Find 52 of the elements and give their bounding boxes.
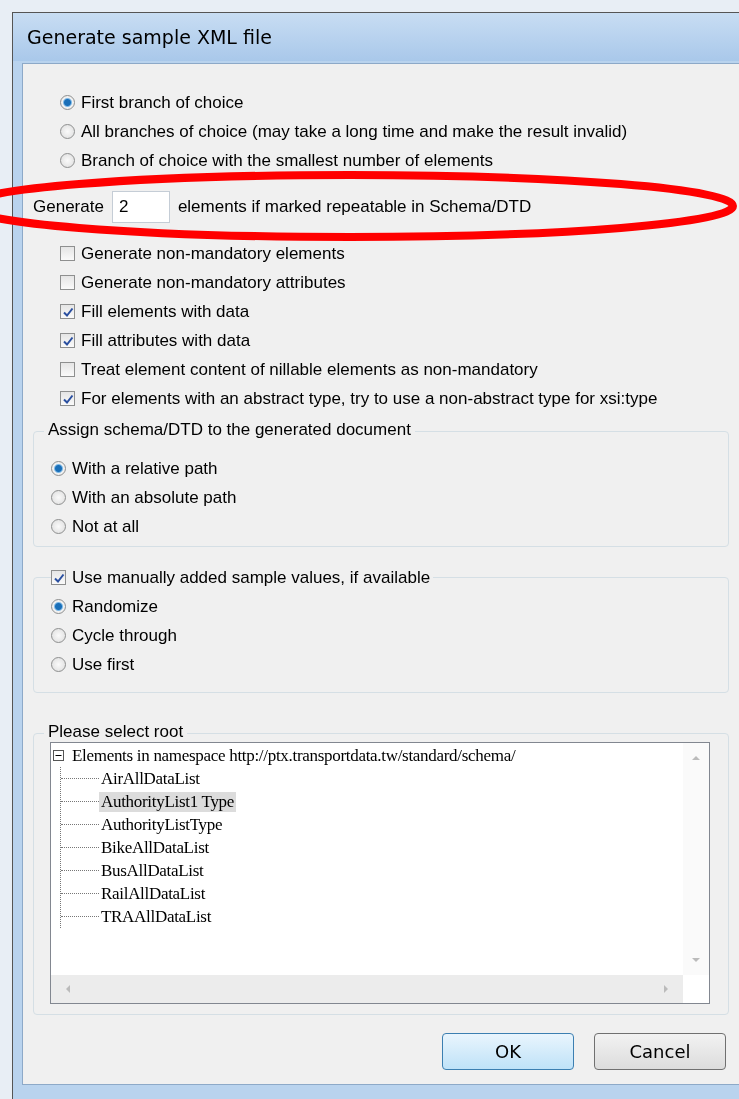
- scroll-down-icon[interactable]: [691, 957, 701, 963]
- group-title: Assign schema/DTD to the generated document: [44, 420, 415, 440]
- checkbox[interactable]: [60, 391, 75, 406]
- tree-item[interactable]: Elements in namespace http://ptx.transportdata.tw/standard/schema/: [70, 746, 518, 766]
- radio-option[interactable]: All branches of choice (may take a long time and make the result invalid): [60, 117, 739, 146]
- tree-item[interactable]: TRAAllDataList: [99, 906, 214, 927]
- repeat-label: elements if marked repeatable in Schema/DTD: [177, 197, 532, 217]
- checkbox-option[interactable]: Fill attributes with data: [60, 326, 739, 355]
- checkbox[interactable]: [60, 304, 75, 319]
- vertical-scrollbar[interactable]: [683, 743, 709, 975]
- radio-button[interactable]: [51, 657, 66, 672]
- radio-button[interactable]: [60, 95, 75, 110]
- radio-option[interactable]: Cycle through: [51, 621, 728, 650]
- radio-button[interactable]: [51, 461, 66, 476]
- checkbox-option[interactable]: For elements with an abstract type, try to use a non-abstract type for xsi:type: [60, 384, 739, 413]
- radio-button[interactable]: [51, 519, 66, 534]
- radio-button[interactable]: [51, 628, 66, 643]
- tree-item[interactable]: BusAllDataList: [99, 860, 206, 881]
- tree-item[interactable]: AuthorityList1 Type: [99, 791, 237, 812]
- radio-option[interactable]: Branch of choice with the smallest number of elements: [60, 146, 739, 175]
- checkbox-option[interactable]: Fill elements with data: [60, 297, 739, 326]
- checkbox[interactable]: [60, 362, 75, 377]
- checkbox[interactable]: [51, 570, 66, 585]
- generate-label: Generate: [33, 197, 104, 217]
- tree-item[interactable]: BikeAllDataList: [99, 837, 211, 858]
- horizontal-scrollbar[interactable]: [51, 975, 683, 1003]
- radio-option[interactable]: First branch of choice: [60, 88, 739, 117]
- scroll-left-icon[interactable]: [65, 984, 71, 994]
- window-title: Generate sample XML file: [27, 26, 272, 48]
- radio-option[interactable]: Not at all: [51, 512, 728, 541]
- repeat-count-field[interactable]: 2: [111, 191, 170, 223]
- tree-item[interactable]: AuthorityListType: [99, 814, 225, 835]
- tree-item[interactable]: AirAllDataList: [99, 768, 202, 789]
- dialog-button[interactable]: OK: [442, 1033, 574, 1070]
- radio-option[interactable]: With an absolute path: [51, 483, 728, 512]
- checkbox[interactable]: [60, 333, 75, 348]
- checkbox-option[interactable]: Generate non-mandatory attributes: [60, 268, 739, 297]
- scroll-right-icon[interactable]: [663, 984, 669, 994]
- radio-button[interactable]: [51, 599, 66, 614]
- radio-button[interactable]: [60, 153, 75, 168]
- checkbox[interactable]: [60, 275, 75, 290]
- radio-button[interactable]: [60, 124, 75, 139]
- radio-option[interactable]: Randomize: [51, 592, 728, 621]
- radio-option[interactable]: With a relative path: [51, 454, 728, 483]
- checkbox[interactable]: [60, 246, 75, 261]
- scroll-up-icon[interactable]: [691, 755, 701, 761]
- tree-item[interactable]: RailAllDataList: [99, 883, 208, 904]
- radio-option[interactable]: Use first: [51, 650, 728, 679]
- checkbox-option[interactable]: Generate non-mandatory elements: [60, 239, 739, 268]
- checkbox-option[interactable]: Treat element content of nillable elements as non-mandatory: [60, 355, 739, 384]
- dialog-button[interactable]: Cancel: [594, 1033, 726, 1070]
- radio-button[interactable]: [51, 490, 66, 505]
